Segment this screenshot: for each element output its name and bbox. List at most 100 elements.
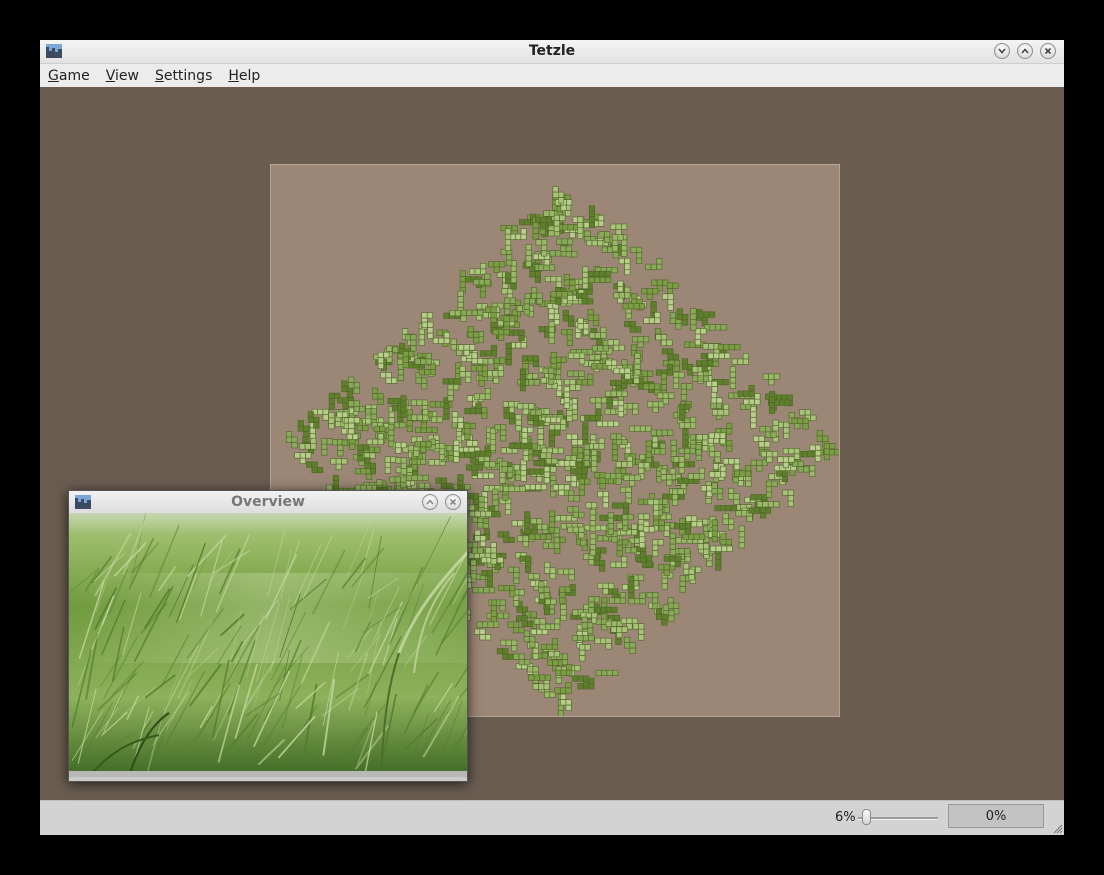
puzzle-piece[interactable] [737, 385, 755, 397]
puzzle-piece[interactable] [768, 391, 776, 414]
puzzle-piece[interactable] [532, 264, 556, 271]
puzzle-piece[interactable] [507, 329, 525, 342]
puzzle-piece[interactable] [582, 266, 589, 289]
puzzle-piece[interactable] [713, 459, 720, 483]
menu-view[interactable]: View [106, 68, 139, 84]
puzzle-piece[interactable] [662, 293, 674, 311]
puzzle-piece[interactable] [473, 388, 491, 400]
puzzle-piece[interactable] [682, 428, 689, 452]
puzzle-piece[interactable] [645, 440, 652, 464]
puzzle-piece[interactable] [714, 505, 738, 512]
puzzle-piece[interactable] [557, 568, 575, 581]
puzzle-piece[interactable] [687, 467, 706, 480]
puzzle-piece[interactable] [411, 409, 429, 421]
puzzle-piece[interactable] [486, 612, 510, 619]
puzzle-piece[interactable] [467, 326, 480, 344]
puzzle-piece[interactable] [611, 502, 630, 515]
puzzle-piece[interactable] [472, 587, 495, 594]
menu-help[interactable]: Help [228, 68, 260, 84]
puzzle-piece[interactable] [321, 438, 333, 456]
puzzle-piece[interactable] [661, 348, 679, 360]
puzzle-piece[interactable] [710, 545, 733, 552]
puzzle-piece[interactable] [459, 365, 472, 383]
puzzle-piece[interactable] [380, 372, 398, 384]
puzzle-piece[interactable] [593, 554, 606, 572]
puzzle-piece[interactable] [306, 461, 324, 474]
zoom-slider[interactable] [858, 809, 938, 827]
puzzle-piece[interactable] [589, 397, 608, 409]
puzzle-piece[interactable] [594, 637, 612, 650]
puzzle-piece[interactable] [597, 491, 609, 509]
puzzle-piece[interactable] [476, 621, 500, 628]
puzzle-piece[interactable] [727, 487, 740, 506]
puzzle-piece[interactable] [630, 246, 643, 264]
puzzle-piece[interactable] [748, 507, 772, 514]
puzzle-piece[interactable] [469, 263, 487, 275]
puzzle-piece[interactable] [628, 425, 652, 432]
puzzle-piece[interactable] [505, 342, 512, 366]
puzzle-piece[interactable] [607, 512, 614, 535]
puzzle-piece[interactable] [610, 556, 628, 568]
puzzle-piece[interactable] [707, 352, 731, 359]
puzzle-piece[interactable] [729, 366, 736, 389]
puzzle-piece[interactable] [582, 422, 589, 446]
minimize-button[interactable] [994, 43, 1010, 59]
puzzle-piece[interactable] [618, 258, 631, 276]
puzzle-piece[interactable] [753, 435, 771, 448]
puzzle-piece[interactable] [610, 626, 628, 639]
puzzle-piece[interactable] [578, 478, 591, 496]
puzzle-piece[interactable] [297, 420, 310, 438]
puzzle-piece[interactable] [556, 224, 580, 231]
puzzle-piece[interactable] [708, 445, 721, 463]
overview-maximize-button[interactable] [422, 494, 438, 510]
puzzle-piece[interactable] [563, 386, 570, 409]
puzzle-piece[interactable] [715, 422, 733, 435]
puzzle-piece[interactable] [632, 623, 645, 641]
puzzle-piece[interactable] [579, 644, 591, 662]
puzzle-piece[interactable] [490, 599, 497, 623]
puzzle-piece[interactable] [489, 427, 496, 451]
puzzle-piece[interactable] [509, 442, 532, 449]
puzzle-piece[interactable] [584, 409, 602, 421]
puzzle-piece[interactable] [610, 223, 628, 236]
puzzle-piece[interactable] [447, 384, 460, 402]
puzzle-piece[interactable] [453, 439, 460, 463]
puzzle-piece[interactable] [567, 526, 585, 539]
puzzle-piece[interactable] [459, 270, 466, 294]
puzzle-piece[interactable] [622, 303, 646, 310]
puzzle-piece[interactable] [738, 525, 745, 549]
puzzle-piece[interactable] [628, 575, 635, 599]
puzzle-piece[interactable] [647, 401, 665, 413]
puzzle-piece[interactable] [655, 334, 673, 346]
puzzle-piece[interactable] [388, 424, 395, 447]
puzzle-piece[interactable] [540, 638, 559, 651]
puzzle-piece[interactable] [519, 555, 532, 573]
puzzle-piece[interactable] [605, 390, 628, 397]
puzzle-piece[interactable] [330, 458, 348, 470]
puzzle-piece[interactable] [587, 309, 600, 327]
puzzle-piece[interactable] [520, 459, 527, 482]
overview-close-button[interactable] [445, 494, 461, 510]
puzzle-piece[interactable] [588, 276, 612, 283]
puzzle-piece[interactable] [594, 472, 606, 490]
puzzle-piece[interactable] [617, 280, 624, 304]
puzzle-piece[interactable] [498, 584, 516, 597]
puzzle-piece[interactable] [503, 485, 526, 493]
puzzle-piece[interactable] [571, 634, 595, 642]
puzzle-piece[interactable] [525, 244, 532, 267]
puzzle-piece[interactable] [591, 449, 598, 473]
puzzle-piece[interactable] [474, 628, 492, 641]
puzzle-piece[interactable] [680, 383, 693, 401]
puzzle-piece[interactable] [384, 456, 397, 474]
puzzle-piece[interactable] [595, 669, 619, 677]
puzzle-piece[interactable] [588, 270, 611, 277]
maximize-button[interactable] [1017, 43, 1033, 59]
puzzle-piece[interactable] [561, 329, 573, 347]
puzzle-piece[interactable] [583, 443, 590, 467]
puzzle-piece[interactable] [650, 429, 674, 436]
puzzle-piece[interactable] [499, 497, 512, 516]
puzzle-piece[interactable] [682, 533, 706, 540]
puzzle-piece[interactable] [619, 486, 632, 504]
puzzle-piece[interactable] [711, 482, 724, 500]
puzzle-piece[interactable] [623, 474, 641, 487]
